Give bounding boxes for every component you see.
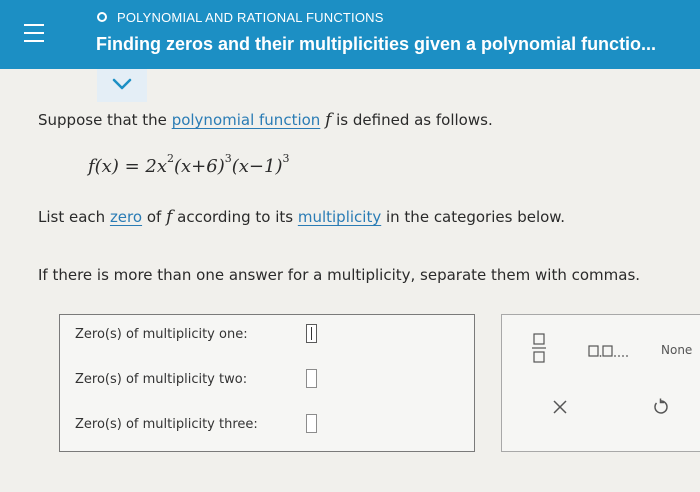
tools-panel: None [501, 314, 700, 452]
multiplicity-two-label: Zero(s) of multiplicity two: [75, 372, 248, 387]
chevron-down-icon [112, 78, 132, 90]
multiplicity-three-label: Zero(s) of multiplicity three: [75, 417, 258, 432]
list-icon[interactable] [588, 344, 632, 358]
polynomial-formula: f(x) = 2x2(x+6)3(x−1)3 [88, 152, 289, 177]
prompt-line-2: List each zero of f according to its mul… [38, 207, 565, 227]
multiplicity-one-input[interactable] [306, 324, 317, 343]
page-title: Finding zeros and their multiplicities g… [96, 34, 657, 54]
zero-link[interactable]: zero [110, 208, 142, 226]
formula-part: (x−1) [231, 156, 283, 177]
prompt-text: in the categories below. [381, 208, 565, 226]
topic-title: POLYNOMIAL AND RATIONAL FUNCTIONS [117, 10, 384, 25]
collapse-button[interactable] [97, 69, 147, 102]
prompt-text: Suppose that the [38, 111, 172, 129]
prompt-line-1: Suppose that the polynomial function f i… [38, 110, 493, 130]
multiplicity-link[interactable]: multiplicity [298, 208, 381, 226]
topic-circle-icon [97, 12, 107, 22]
fraction-icon[interactable] [532, 333, 546, 363]
formula-exponent: 2 [167, 152, 174, 165]
clear-icon[interactable] [553, 400, 567, 414]
none-button[interactable]: None [661, 343, 692, 357]
multiplicity-two-input[interactable] [306, 369, 317, 388]
top-header: POLYNOMIAL AND RATIONAL FUNCTIONS Findin… [0, 0, 700, 69]
prompt-text: of [142, 208, 167, 226]
prompt-text: is defined as follows. [331, 111, 493, 129]
formula-part: (x+6) [174, 156, 225, 177]
prompt-text: List each [38, 208, 110, 226]
undo-icon[interactable] [652, 398, 669, 416]
menu-icon[interactable] [24, 24, 44, 42]
multiplicity-three-input[interactable] [306, 414, 317, 433]
formula-part: f(x) = 2x [88, 156, 167, 177]
prompt-line-3: If there is more than one answer for a m… [38, 266, 641, 284]
answer-box: Zero(s) of multiplicity one: Zero(s) of … [59, 314, 475, 452]
prompt-text: according to its [172, 208, 298, 226]
formula-exponent: 3 [224, 152, 232, 165]
multiplicity-one-label: Zero(s) of multiplicity one: [75, 327, 248, 342]
formula-exponent: 3 [282, 152, 290, 165]
polynomial-function-link[interactable]: polynomial function [172, 111, 321, 129]
